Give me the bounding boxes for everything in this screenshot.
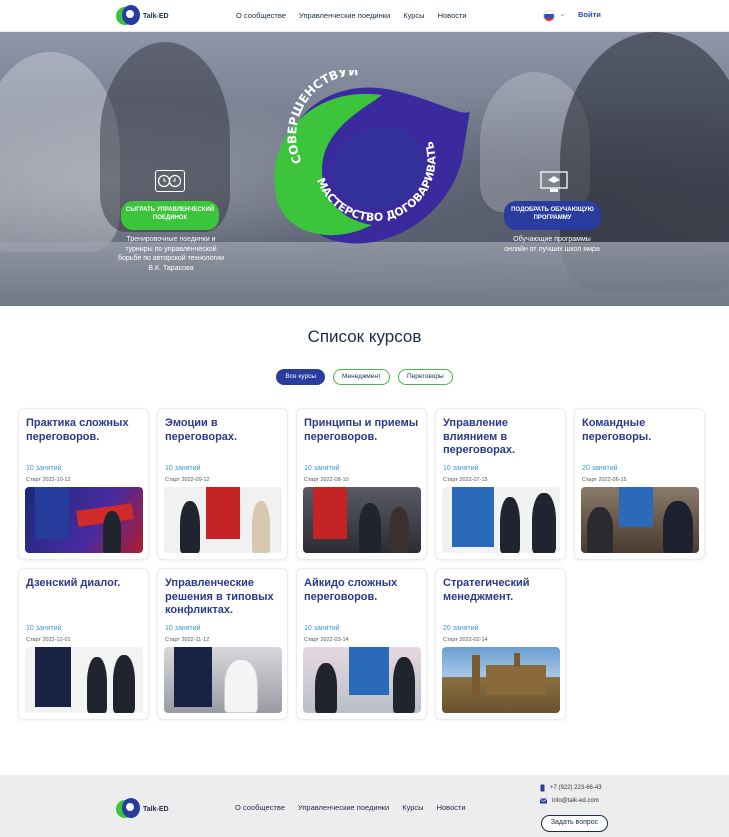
course-start: Старт 2022-06-15 <box>582 477 627 483</box>
nav-item-community[interactable]: О сообществе <box>236 11 286 20</box>
chevron-down-icon[interactable]: ⌄ <box>559 9 566 18</box>
footer-nav-news[interactable]: Новости <box>437 803 466 812</box>
course-lessons: 10 занятий <box>165 465 201 472</box>
footer-nav: О сообществе Управленческие поединки Кур… <box>235 803 466 812</box>
hero-banner: СОВЕРШЕНСТВУЙ МАСТЕРСТВО ДОГОВАРИВАТЬСЯ … <box>0 32 729 306</box>
course-image <box>303 487 421 553</box>
course-image <box>442 647 560 713</box>
phone-number: +7 (922) 223-66-43 <box>550 785 602 791</box>
course-image <box>303 647 421 713</box>
language-flag-icon[interactable] <box>543 10 555 22</box>
course-title: Айкидо сложных переговоров. <box>304 577 398 603</box>
course-start: Старт 2022-11-12 <box>165 637 210 643</box>
nav-item-duels[interactable]: Управленческие поединки <box>299 11 390 20</box>
choose-program-button[interactable]: ПОДОБРАТЬ ОБУЧАЮЩУЮ ПРОГРАММУ <box>504 201 601 230</box>
program-description: Обучающие программы онлайн от лучших шко… <box>504 236 600 253</box>
graduation-cap-icon <box>540 170 570 192</box>
course-image <box>25 487 143 553</box>
course-lessons: 10 занятий <box>26 465 62 472</box>
site-header: Talk-ED О сообществе Управленческие поед… <box>0 0 729 32</box>
courses-title: Список курсов <box>307 327 422 346</box>
course-lessons: 10 занятий <box>26 625 62 632</box>
footer-nav-community[interactable]: О сообществе <box>235 803 285 812</box>
course-title: Управленческие решения в типовых конфлик… <box>165 577 274 616</box>
hero-logo-swirl: СОВЕРШЕНСТВУЙ МАСТЕРСТВО ДОГОВАРИВАТЬСЯ <box>262 70 470 244</box>
course-start: Старт 2022-02-14 <box>443 637 488 643</box>
course-start: Старт 2022-03-14 <box>304 637 349 643</box>
course-card[interactable]: Айкидо сложных переговоров. 10 занятий С… <box>296 568 427 720</box>
nav-item-news[interactable]: Новости <box>438 11 467 20</box>
course-lessons: 10 занятий <box>304 625 340 632</box>
duel-description: Тренировочные поединки и турниры по упра… <box>117 236 224 272</box>
course-title: Управление влиянием в переговорах. <box>443 417 516 456</box>
filter-all[interactable]: Все курсы <box>276 369 325 385</box>
course-image <box>164 487 282 553</box>
footer-phone[interactable]: +7 (922) 223-66-43 <box>540 784 602 792</box>
course-start: Старт 2022-12-01 <box>26 637 71 643</box>
course-card[interactable]: Стратегический менеджмент. 20 занятий Ст… <box>435 568 566 720</box>
course-lessons: 20 занятий <box>443 625 479 632</box>
filter-negotiations[interactable]: Переговоры <box>397 369 453 385</box>
course-lessons: 20 занятий <box>582 465 618 472</box>
course-start: Старт 2022-10-12 <box>26 477 71 483</box>
course-image <box>581 487 699 553</box>
play-duel-button[interactable]: СЫГРАТЬ УПРАВЛЕНЧЕСКИЙ ПОЕДИНОК <box>121 201 219 230</box>
course-start: Старт 2022-07-15 <box>443 477 488 483</box>
course-title: Практика сложных переговоров. <box>26 417 129 443</box>
course-lessons: 10 занятий <box>304 465 340 472</box>
mail-icon <box>540 798 547 804</box>
ask-question-button[interactable]: Задать вопрос <box>541 815 608 832</box>
course-card[interactable]: Эмоции в переговорах. 10 занятий Старт 2… <box>157 408 288 560</box>
course-lessons: 10 занятий <box>443 465 479 472</box>
logo-text: Talk-ED <box>143 12 169 20</box>
main-nav: О сообществе Управленческие поединки Кур… <box>236 11 467 20</box>
course-image <box>442 487 560 553</box>
course-start: Старт 2022-08-10 <box>304 477 349 483</box>
logo-icon <box>116 5 140 27</box>
course-title: Дзенский диалог. <box>26 577 121 589</box>
course-card[interactable]: Принципы и приемы переговоров. 10 заняти… <box>296 408 427 560</box>
course-start: Старт 2022-09-12 <box>165 477 210 483</box>
logo-text: Talk-ED <box>143 805 169 813</box>
course-title: Стратегический менеджмент. <box>443 577 530 603</box>
footer-logo[interactable]: Talk-ED <box>116 798 169 820</box>
course-card[interactable]: Управленческие решения в типовых конфлик… <box>157 568 288 720</box>
email-address: info@talk-ed.com <box>552 798 599 804</box>
course-card[interactable]: Практика сложных переговоров. 10 занятий… <box>18 408 149 560</box>
footer-nav-duels[interactable]: Управленческие поединки <box>298 803 389 812</box>
phone-icon <box>540 784 545 792</box>
logo[interactable]: Talk-ED <box>116 5 169 27</box>
course-image <box>164 647 282 713</box>
course-card[interactable]: Управление влиянием в переговорах. 10 за… <box>435 408 566 560</box>
course-title: Командные переговоры. <box>582 417 652 443</box>
course-image <box>25 647 143 713</box>
course-filters: Все курсы Менеджмент Переговоры <box>0 369 729 385</box>
course-title: Эмоции в переговорах. <box>165 417 238 443</box>
course-card[interactable]: Дзенский диалог. 10 занятий Старт 2022-1… <box>18 568 149 720</box>
footer-email[interactable]: info@talk-ed.com <box>540 798 599 804</box>
course-title: Принципы и приемы переговоров. <box>304 417 419 443</box>
filter-management[interactable]: Менеджмент <box>333 369 390 385</box>
footer-nav-courses[interactable]: Курсы <box>402 803 423 812</box>
course-lessons: 10 занятий <box>165 625 201 632</box>
nav-item-courses[interactable]: Курсы <box>403 11 424 20</box>
clock-icon <box>155 170 185 192</box>
login-link[interactable]: Войти <box>578 10 601 19</box>
course-card[interactable]: Командные переговоры. 20 занятий Старт 2… <box>574 408 705 560</box>
logo-icon <box>116 798 140 820</box>
